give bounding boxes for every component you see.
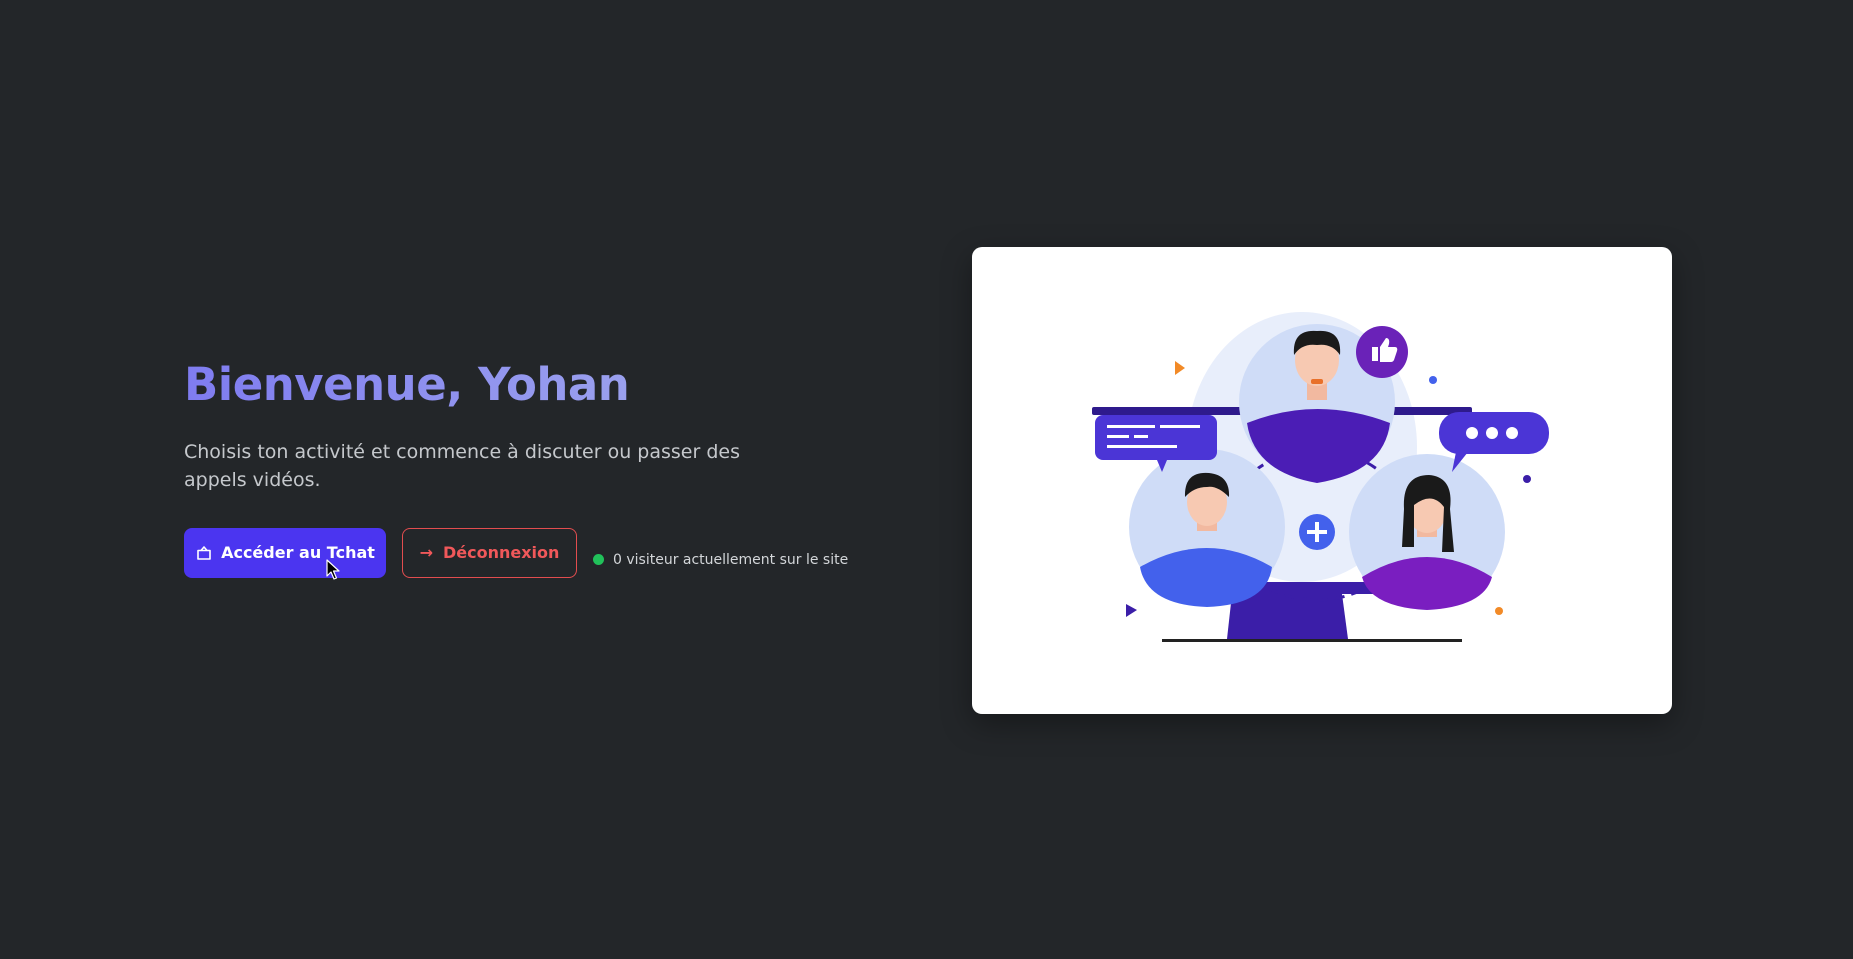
arrow-right-icon: → [419, 543, 433, 562]
illustration-card [972, 247, 1672, 714]
visitor-status: 0 visiteur actuellement sur le site [593, 552, 848, 568]
welcome-page: Bienvenue, Yohan Choisis ton activité et… [0, 0, 1853, 959]
logout-button[interactable]: → Déconnexion [402, 527, 577, 578]
visitor-count-text: 0 visiteur actuellement sur le site [613, 551, 849, 568]
logout-label: Déconnexion [442, 543, 560, 562]
access-chat-button[interactable]: Accéder au Tchat [184, 527, 386, 578]
page-title: Bienvenue, Yohan [184, 358, 630, 411]
page-subtitle: Choisis ton activité et commence à discu… [184, 440, 740, 491]
online-dot-icon [593, 554, 604, 565]
access-chat-label: Accéder au Tchat [221, 543, 375, 562]
mouse-cursor-icon [326, 559, 340, 580]
hero-section: Bienvenue, Yohan Choisis ton activité et… [184, 360, 864, 578]
action-bar: Accéder au Tchat → Déconnexion 0 visiteu… [184, 527, 864, 578]
chat-bubble-icon [195, 544, 213, 562]
video-call-people-illustration [1092, 312, 1549, 642]
